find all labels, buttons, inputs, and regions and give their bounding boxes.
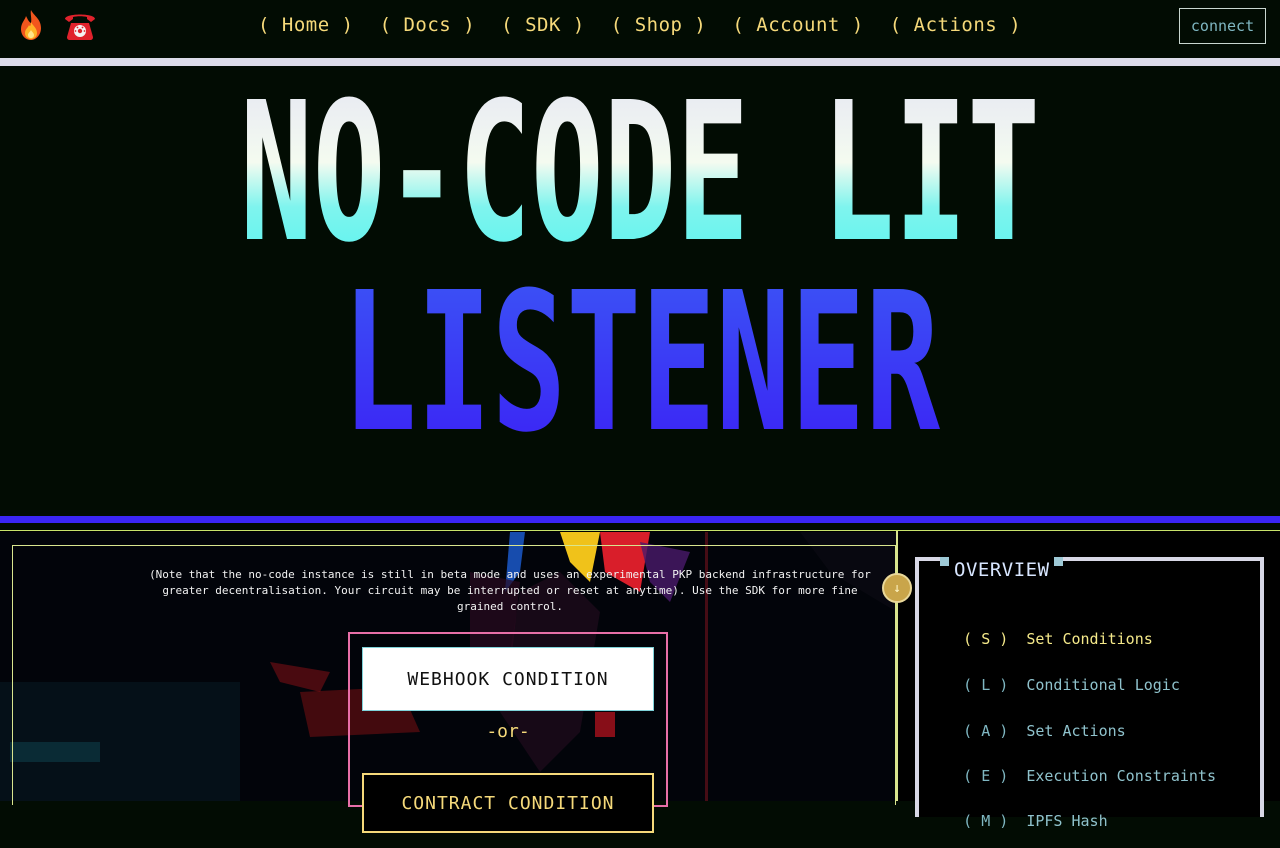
sidebar-divider — [896, 531, 898, 801]
nav-links: ( Home ) ( Docs ) ( SDK ) ( Shop ) ( Acc… — [258, 14, 1021, 36]
corner-marker-icon — [1054, 557, 1063, 566]
nav-divider — [0, 58, 1280, 66]
overview-title: OVERVIEW — [954, 559, 1050, 581]
hero-divider — [0, 516, 1280, 523]
connect-button[interactable]: connect — [1179, 8, 1266, 44]
nav-link-account[interactable]: ( Account ) — [732, 14, 863, 36]
scroll-down-icon[interactable]: ↓ — [882, 573, 912, 603]
nav-link-shop[interactable]: ( Shop ) — [611, 14, 707, 36]
nav-link-sdk[interactable]: ( SDK ) — [501, 14, 585, 36]
corner-marker-icon — [940, 557, 949, 566]
or-separator: -or- — [486, 721, 530, 742]
nav-link-actions[interactable]: ( Actions ) — [890, 14, 1021, 36]
builder-section: (Note that the no-code instance is still… — [0, 530, 1280, 833]
overview-item-ipfs-hash[interactable]: ( M ) IPFS Hash — [927, 794, 1108, 848]
nav-link-docs[interactable]: ( Docs ) — [380, 14, 476, 36]
hero-title-graphic: NO-CODE LIT LISTENER — [240, 66, 1040, 475]
contract-condition-button[interactable]: CONTRACT CONDITION — [362, 773, 654, 833]
beta-note: (Note that the no-code instance is still… — [149, 568, 871, 613]
fire-icon[interactable] — [14, 8, 48, 42]
hero-banner: NO-CODE LIT LISTENER — [0, 66, 1280, 530]
hero-title-line2: LISTENER — [342, 252, 940, 475]
telephone-icon[interactable] — [62, 8, 96, 42]
webhook-condition-button[interactable]: WEBHOOK CONDITION — [362, 647, 654, 711]
nav-icons — [14, 8, 96, 42]
nav-link-home[interactable]: ( Home ) — [258, 14, 354, 36]
top-nav: ( Home ) ( Docs ) ( SDK ) ( Shop ) ( Acc… — [0, 0, 1280, 58]
